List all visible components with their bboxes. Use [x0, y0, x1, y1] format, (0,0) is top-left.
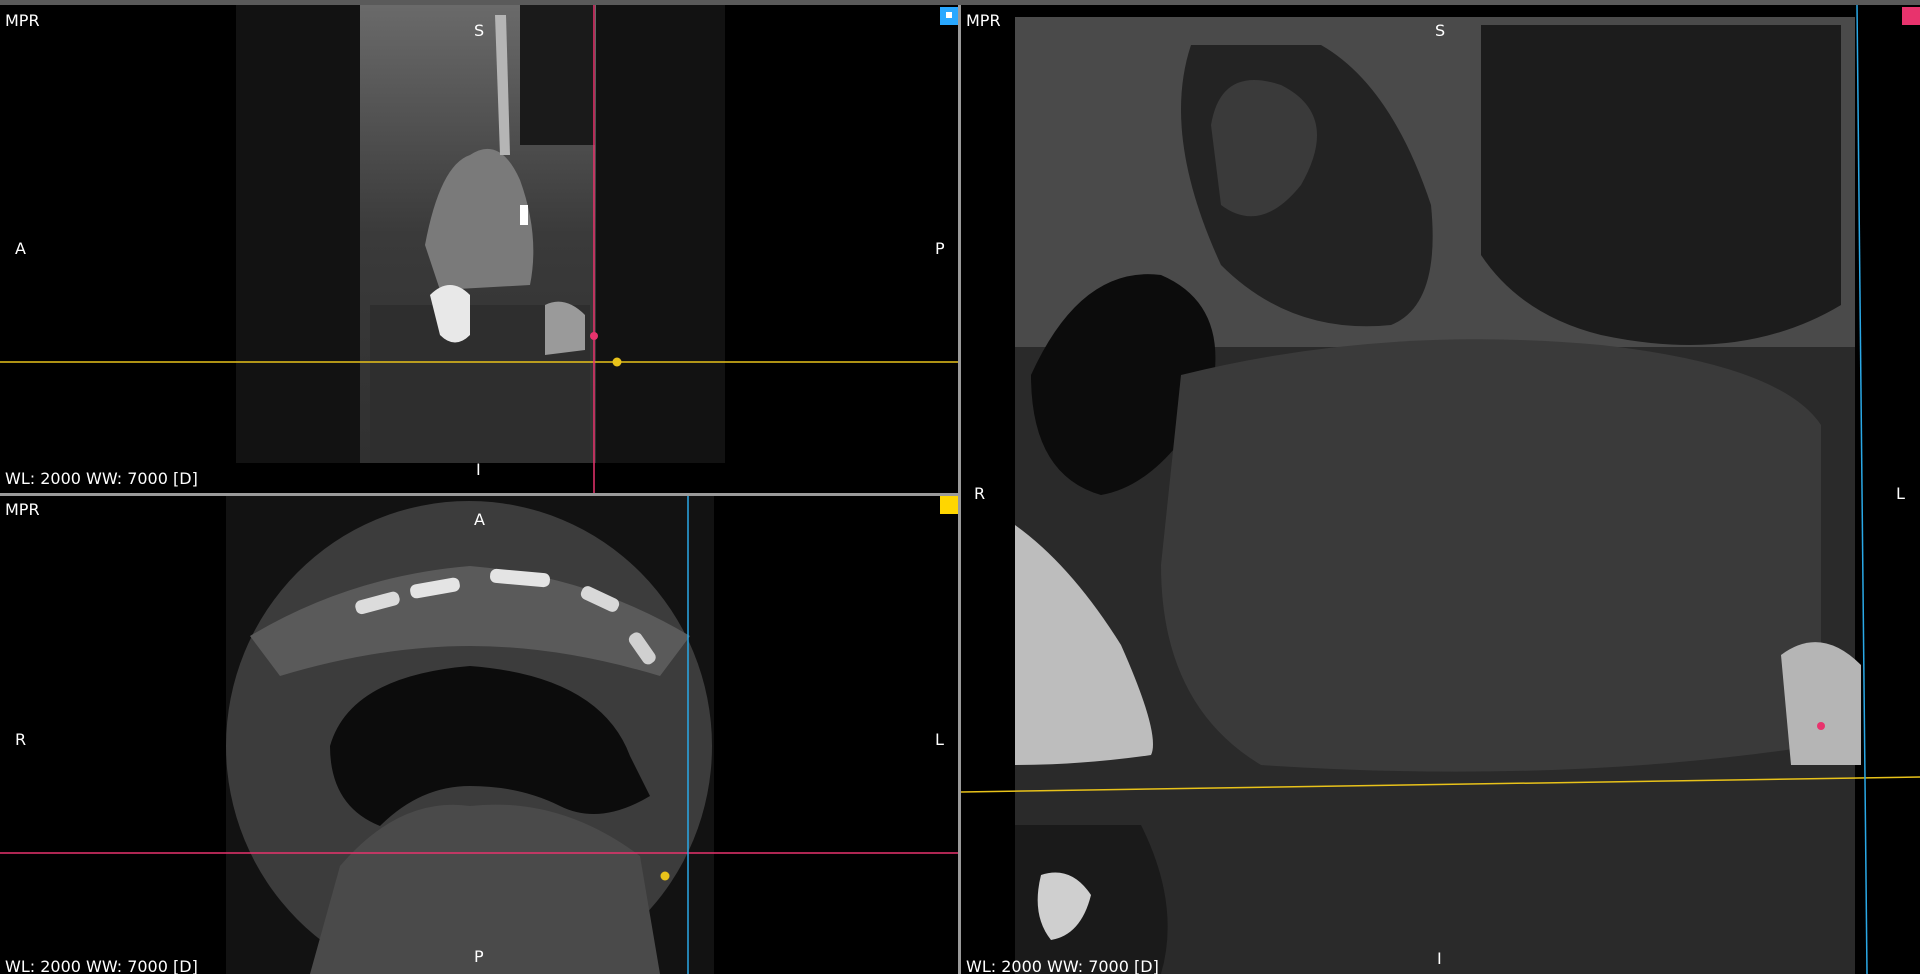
- viewport-mode-label: MPR: [5, 11, 40, 30]
- orientation-left: R: [15, 730, 27, 749]
- viewport-divider-horizontal[interactable]: [0, 493, 960, 496]
- axial-viewport[interactable]: MPR WL: 2000 WW: 7000 [D] A P R L: [0, 496, 958, 974]
- orientation-bottom: I: [476, 460, 481, 479]
- orientation-left: A: [15, 239, 26, 258]
- orientation-bottom: P: [474, 947, 484, 966]
- sagittal-image: [0, 5, 958, 493]
- orientation-bottom: I: [1437, 949, 1442, 968]
- orientation-right: P: [935, 239, 945, 258]
- sagittal-viewport[interactable]: MPR WL: 2000 WW: 7000 [D] S I A P: [0, 5, 958, 493]
- orientation-left: R: [974, 484, 986, 503]
- viewport-color-marker[interactable]: [940, 7, 958, 25]
- orientation-right: L: [935, 730, 944, 749]
- orientation-top: S: [1435, 21, 1446, 40]
- viewport-color-marker[interactable]: [1902, 7, 1920, 25]
- window-level-label: WL: 2000 WW: 7000 [D]: [5, 469, 198, 488]
- axial-image: [0, 496, 958, 974]
- coronal-viewport[interactable]: MPR WL: 2000 WW: 7000 [D] S I R L: [961, 5, 1920, 974]
- viewport-mode-label: MPR: [966, 11, 1001, 30]
- orientation-top: A: [474, 510, 485, 529]
- viewport-color-marker[interactable]: [940, 496, 958, 514]
- orientation-right: L: [1896, 484, 1905, 503]
- window-level-label: WL: 2000 WW: 7000 [D]: [966, 957, 1159, 974]
- orientation-top: S: [474, 21, 485, 40]
- window-level-label: WL: 2000 WW: 7000 [D]: [5, 957, 198, 974]
- coronal-image: [961, 5, 1920, 974]
- viewport-divider-vertical[interactable]: [958, 5, 961, 974]
- viewport-mode-label: MPR: [5, 500, 40, 519]
